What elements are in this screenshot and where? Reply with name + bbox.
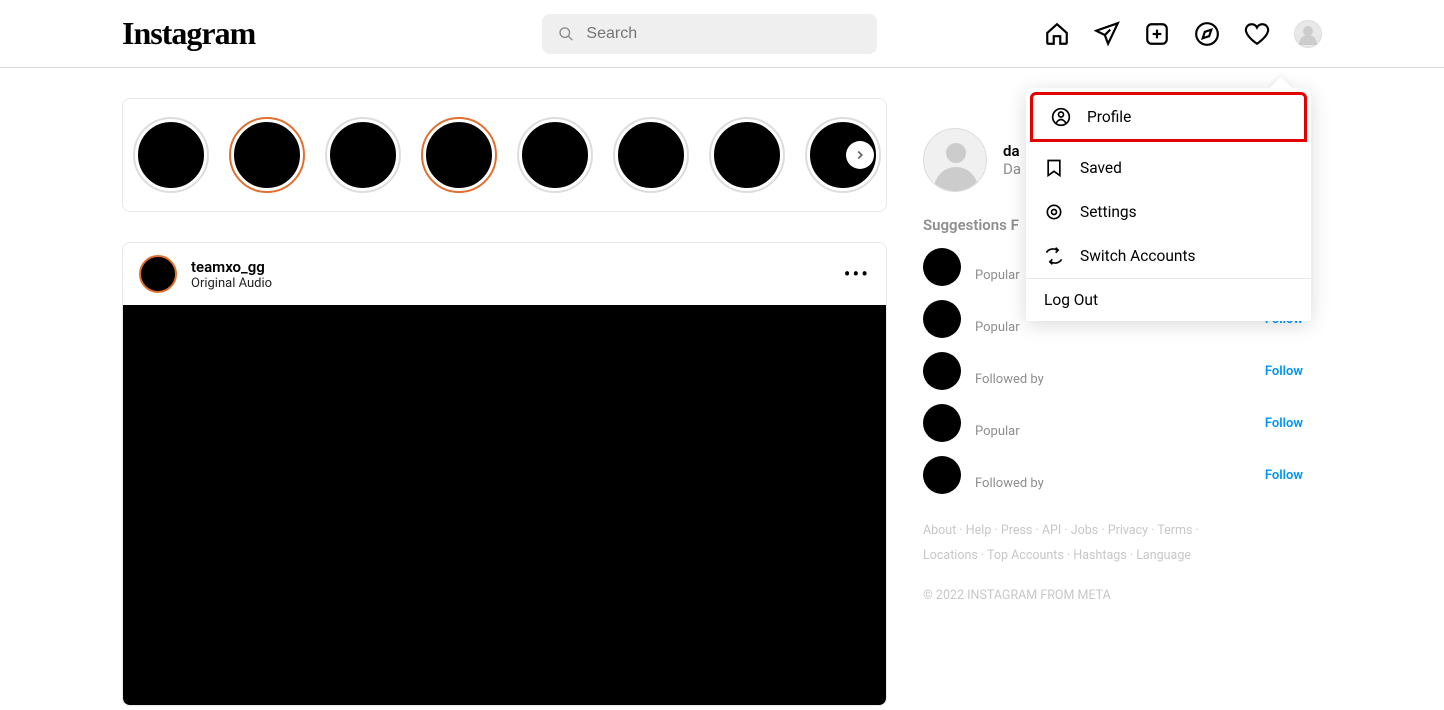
profile-icon	[1051, 107, 1071, 127]
suggestion-username[interactable]	[975, 356, 1251, 372]
stories-tray	[122, 98, 887, 212]
create-post-icon[interactable]	[1144, 21, 1170, 47]
story-item[interactable]	[423, 119, 495, 191]
profile-dropdown: Profile Saved Settings Switch Accounts L…	[1026, 88, 1311, 321]
post-author-avatar[interactable]	[139, 255, 177, 293]
footer-copyright: © 2022 INSTAGRAM FROM META	[923, 588, 1303, 603]
search-input[interactable]	[586, 25, 861, 43]
messages-icon[interactable]	[1094, 21, 1120, 47]
profile-avatar-icon[interactable]	[1294, 20, 1322, 48]
suggestion-meta: Popular	[975, 320, 1251, 335]
menu-switch-label: Switch Accounts	[1080, 247, 1196, 265]
suggestion-meta: Popular	[975, 424, 1251, 439]
follow-button[interactable]: Follow	[1265, 468, 1303, 483]
suggestion-username[interactable]	[975, 408, 1251, 424]
chevron-right-icon	[853, 148, 867, 162]
feed-post: teamxo_gg Original Audio •••	[122, 242, 887, 706]
suggestion-avatar[interactable]	[923, 456, 961, 494]
post-username[interactable]: teamxo_gg	[191, 258, 830, 276]
menu-profile-label: Profile	[1087, 108, 1131, 126]
menu-saved-label: Saved	[1080, 159, 1122, 177]
activity-icon[interactable]	[1244, 21, 1270, 47]
post-more-button[interactable]: •••	[844, 262, 870, 286]
suggestion-username[interactable]	[975, 460, 1251, 476]
follow-button[interactable]: Follow	[1265, 364, 1303, 379]
menu-logout-label: Log Out	[1044, 291, 1098, 309]
story-item[interactable]	[327, 119, 399, 191]
search-icon	[558, 25, 574, 43]
suggestion-avatar[interactable]	[923, 404, 961, 442]
menu-settings-label: Settings	[1080, 203, 1137, 221]
suggestion-meta: Followed by	[975, 476, 1251, 491]
story-item[interactable]	[615, 119, 687, 191]
menu-switch-accounts[interactable]: Switch Accounts	[1026, 234, 1311, 278]
stories-next-button[interactable]	[846, 141, 874, 169]
explore-icon[interactable]	[1194, 21, 1220, 47]
bookmark-icon	[1044, 158, 1064, 178]
follow-button[interactable]: Follow	[1265, 416, 1303, 431]
current-profile-avatar[interactable]	[923, 128, 987, 192]
post-audio-label[interactable]: Original Audio	[191, 276, 830, 291]
gear-icon	[1044, 202, 1064, 222]
footer-line2[interactable]: Locations · Top Accounts · Hashtags · La…	[923, 548, 1191, 563]
suggestion-avatar[interactable]	[923, 352, 961, 390]
story-item[interactable]	[519, 119, 591, 191]
story-item[interactable]	[135, 119, 207, 191]
menu-saved[interactable]: Saved	[1026, 146, 1311, 190]
footer-links: About · Help · Press · API · Jobs · Priv…	[923, 518, 1303, 568]
suggestion-item: Popular Follow	[923, 404, 1303, 442]
home-icon[interactable]	[1044, 21, 1070, 47]
story-item[interactable]	[711, 119, 783, 191]
suggestion-item: Followed by Follow	[923, 352, 1303, 390]
menu-settings[interactable]: Settings	[1026, 190, 1311, 234]
footer-line1[interactable]: About · Help · Press · API · Jobs · Priv…	[923, 523, 1199, 538]
switch-icon	[1044, 246, 1064, 266]
search-box[interactable]	[542, 14, 877, 54]
instagram-logo[interactable]: Instagram	[122, 15, 255, 52]
menu-profile[interactable]: Profile	[1030, 92, 1307, 142]
suggestion-meta: Followed by	[975, 372, 1251, 387]
suggestion-item: Followed by Follow	[923, 456, 1303, 494]
menu-logout[interactable]: Log Out	[1026, 279, 1311, 321]
suggestion-avatar[interactable]	[923, 300, 961, 338]
post-media[interactable]	[123, 305, 886, 705]
story-item[interactable]	[231, 119, 303, 191]
suggestion-avatar[interactable]	[923, 248, 961, 286]
